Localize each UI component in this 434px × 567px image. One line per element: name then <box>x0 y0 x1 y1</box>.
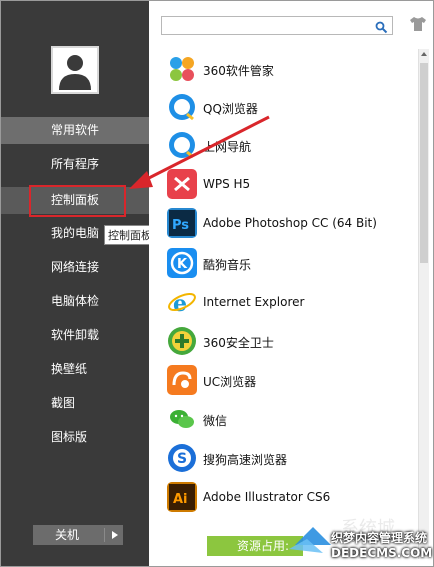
internet-explorer-icon: e <box>167 287 197 317</box>
sidebar-item-common-software[interactable]: 常用软件 <box>1 117 149 144</box>
svg-text:K: K <box>177 257 188 272</box>
sidebar-item-screenshot[interactable]: 截图 <box>1 390 149 417</box>
app-name: 微信 <box>203 414 228 428</box>
sidebar-item-wallpaper[interactable]: 换壁纸 <box>1 356 149 383</box>
app-name: 360安全卫士 <box>203 336 274 350</box>
skin-shirt-icon[interactable] <box>409 16 427 36</box>
wps-h5-icon <box>167 169 197 199</box>
search-icon[interactable] <box>375 19 388 38</box>
app-name: Internet Explorer <box>203 295 305 309</box>
scrollbar-thumb[interactable] <box>420 63 428 263</box>
shutdown-divider <box>104 528 105 542</box>
sidebar-item-all-programs[interactable]: 所有程序 <box>1 151 149 178</box>
shutdown-button[interactable]: 关机 <box>33 525 123 545</box>
photoshop-icon: Ps <box>167 208 197 238</box>
sidebar-item-pc-checkup[interactable]: 电脑体检 <box>1 288 149 315</box>
app-name: WPS H5 <box>203 177 251 191</box>
scroll-up-arrow-icon[interactable] <box>421 52 427 56</box>
sidebar-item-network[interactable]: 网络连接 <box>1 254 149 281</box>
app-name: 搜狗高速浏览器 <box>203 453 288 467</box>
app-name: Adobe Illustrator CS6 <box>203 490 331 504</box>
app-name: 360软件管家 <box>203 64 274 78</box>
svg-text:Ps: Ps <box>172 218 189 233</box>
user-silhouette-icon <box>53 48 97 92</box>
app-name: QQ浏览器 <box>203 102 258 116</box>
list-item[interactable]: WPS H5 <box>167 169 407 203</box>
web-navigation-icon <box>167 130 197 160</box>
list-item[interactable]: S 搜狗高速浏览器 <box>167 443 407 477</box>
svg-text:S: S <box>177 451 187 467</box>
user-avatar[interactable] <box>51 46 99 94</box>
kugou-music-icon: K <box>167 248 197 278</box>
watermark-line1: 织梦内容管理系统 <box>331 531 428 545</box>
uc-browser-icon <box>167 365 197 395</box>
list-item[interactable]: K 酷狗音乐 <box>167 248 407 282</box>
list-item[interactable]: e Internet Explorer <box>167 287 407 321</box>
app-name: 上网导航 <box>203 140 252 154</box>
list-item[interactable]: UC浏览器 <box>167 365 407 399</box>
360-software-manager-icon <box>167 54 197 84</box>
wechat-icon <box>167 404 197 434</box>
scrollbar[interactable] <box>418 49 429 559</box>
list-item[interactable]: QQ浏览器 <box>167 92 407 126</box>
app-name: UC浏览器 <box>203 375 257 389</box>
list-item[interactable]: 微信 <box>167 404 407 438</box>
sidebar: 常用软件 所有程序 控制面板 我的电脑 网络连接 电脑体检 软件卸载 换壁纸 截… <box>1 1 149 566</box>
list-item[interactable]: 上网导航 <box>167 130 407 164</box>
qq-browser-icon <box>167 92 197 122</box>
svg-text:Ai: Ai <box>173 492 188 507</box>
watermark-line2: DEDECMS.COM <box>331 546 433 560</box>
illustrator-icon: Ai <box>167 482 197 512</box>
search-input[interactable] <box>161 16 393 35</box>
app-panel: 360软件管家 QQ浏览器 上网导航 WPS H5 Ps Adobe Photo… <box>149 1 433 566</box>
sidebar-item-icon-mode[interactable]: 图标版 <box>1 424 149 451</box>
shutdown-label: 关机 <box>55 528 80 542</box>
highlight-box <box>29 185 126 217</box>
list-item[interactable]: 360软件管家 <box>167 54 407 88</box>
list-item[interactable]: Ps Adobe Photoshop CC (64 Bit) <box>167 208 407 242</box>
app-name: Adobe Photoshop CC (64 Bit) <box>203 216 377 230</box>
sogou-browser-icon: S <box>167 443 197 473</box>
shutdown-options-arrow-icon[interactable] <box>112 531 118 539</box>
sidebar-item-uninstall[interactable]: 软件卸载 <box>1 322 149 349</box>
start-menu-window: 常用软件 所有程序 控制面板 我的电脑 网络连接 电脑体检 软件卸载 换壁纸 截… <box>0 0 434 567</box>
list-item[interactable]: 360安全卫士 <box>167 326 407 360</box>
360-security-icon <box>167 326 197 356</box>
app-name: 酷狗音乐 <box>203 258 252 272</box>
